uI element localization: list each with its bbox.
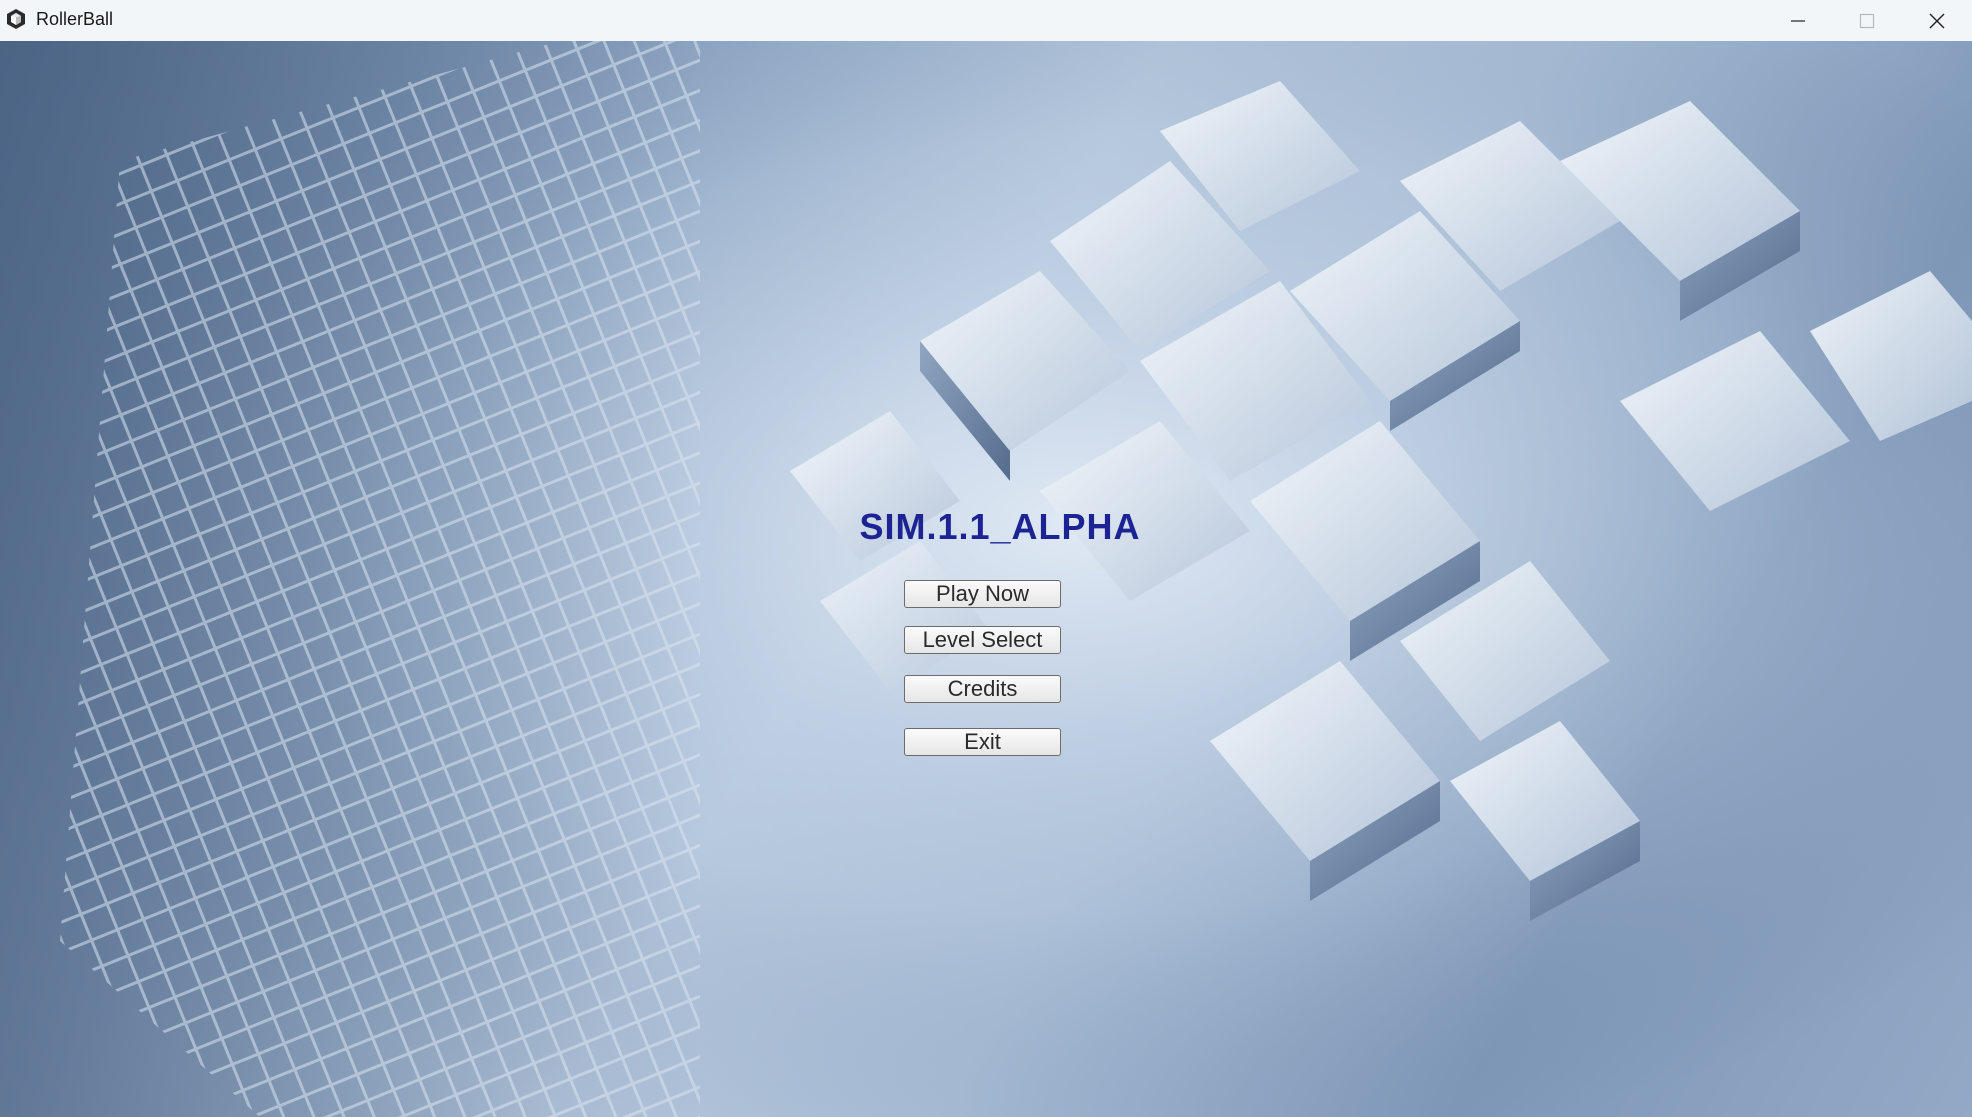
play-now-button[interactable]: Play Now (904, 580, 1061, 608)
menu-title: SIM.1.1_ALPHA (859, 506, 1141, 547)
minimize-icon (1791, 19, 1805, 22)
credits-button[interactable]: Credits (904, 675, 1061, 703)
title-bar[interactable]: RollerBall (0, 0, 1972, 41)
game-window: RollerBall SIM.1.1_ALPHA Play Now Level … (0, 0, 1972, 1117)
exit-button[interactable]: Exit (904, 728, 1061, 756)
unity-cube-icon (7, 9, 25, 29)
minimize-button[interactable] (1764, 0, 1832, 41)
game-viewport[interactable]: SIM.1.1_ALPHA Play Now Level Select Cred… (0, 41, 1972, 1117)
close-button[interactable] (1903, 0, 1971, 41)
close-icon (1929, 13, 1945, 28)
maximize-button[interactable] (1833, 0, 1901, 41)
maximize-icon (1859, 13, 1875, 28)
window-title: RollerBall (36, 9, 114, 29)
background-cubes-image (0, 41, 1972, 1117)
level-select-button[interactable]: Level Select (904, 626, 1061, 654)
